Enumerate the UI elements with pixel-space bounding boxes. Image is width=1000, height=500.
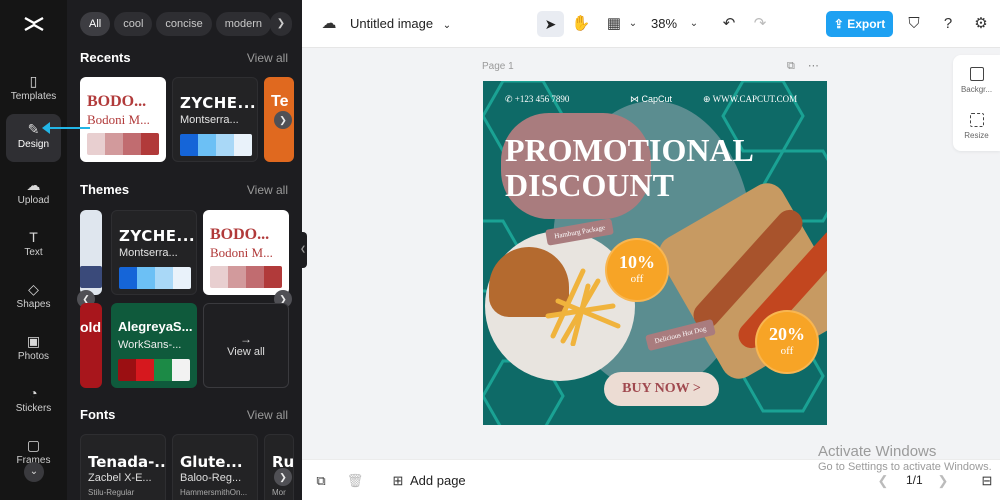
design-buy-now: BUY NOW >: [604, 372, 719, 406]
rail-design[interactable]: ✎ Design: [6, 114, 61, 162]
theme-card-alegreya[interactable]: AlegreyaS... WorkSans-...: [111, 303, 197, 388]
page-label: Page 1: [482, 61, 514, 72]
fonts-title: Fonts: [80, 407, 116, 422]
design-phone: ✆ +123 456 7890: [505, 94, 570, 104]
add-page-icon[interactable]: ⊞: [389, 472, 407, 490]
phone-icon: ✆: [505, 94, 515, 104]
background-tool[interactable]: Backgr...: [953, 67, 1000, 94]
rail-templates[interactable]: ▯ Templates: [6, 66, 61, 114]
recents-next-chevron-icon[interactable]: ❯: [274, 111, 292, 129]
theme-card-partial-left[interactable]: [80, 210, 102, 295]
recents-title: Recents: [80, 50, 131, 65]
rail-stickers[interactable]: ◔ Stickers: [6, 378, 61, 426]
duplicate-page-icon[interactable]: ⧉: [787, 60, 795, 72]
layers-icon[interactable]: ⊟: [978, 472, 996, 490]
add-page-button[interactable]: Add page: [410, 473, 466, 488]
export-icon: ⇪: [833, 17, 848, 31]
panel-collapse-handle[interactable]: ❮: [299, 232, 307, 268]
frames-icon: ▢: [26, 437, 41, 453]
layout-chevron-down-icon[interactable]: ⌄: [623, 14, 643, 34]
undo-icon[interactable]: ↶: [719, 14, 739, 34]
rail-more-chevron-icon[interactable]: ⌄: [24, 462, 44, 482]
recents-view-all[interactable]: View all: [247, 51, 288, 65]
recent-card-bodoni[interactable]: BODO... Bodoni M...: [80, 77, 166, 162]
redo-icon[interactable]: ↷: [750, 14, 770, 34]
font-card-tenada[interactable]: Tenada-... Zacbel X-E... Stilu-Regular: [80, 434, 166, 500]
top-toolbar: ☁ Untitled image ⌄ ➤ ✋ ▦ ⌄ 38% ⌄ ↶ ↷ ⇪ E…: [302, 0, 1000, 48]
filter-chips: All cool concise modern: [80, 12, 275, 36]
left-rail: ▯ Templates ✎ Design ☁ Upload T Text ◇ S…: [0, 0, 67, 500]
chips-chevron-right-icon[interactable]: ❯: [270, 12, 292, 36]
resize-icon: [969, 113, 984, 127]
side-tools: Backgr... Resize: [953, 55, 1000, 151]
discount-badge-10: 10% off: [605, 238, 669, 302]
themes-view-all-card[interactable]: → View all: [203, 303, 289, 388]
color-swatches: [180, 134, 252, 156]
chip-modern[interactable]: modern: [215, 12, 272, 36]
settings-gear-icon[interactable]: ⚙: [971, 14, 991, 34]
export-button[interactable]: ⇪ Export: [826, 11, 893, 37]
upload-icon: ☁: [26, 177, 41, 193]
shapes-icon: ◇: [28, 281, 39, 297]
color-swatches: [119, 267, 191, 289]
theme-card-bodoni[interactable]: BODO... Bodoni M...: [203, 210, 289, 295]
photos-icon: ▣: [26, 333, 41, 349]
layout-icon[interactable]: ▦: [604, 14, 624, 34]
zoom-chevron-down-icon[interactable]: ⌄: [684, 14, 704, 34]
shield-icon[interactable]: ⛉: [904, 14, 924, 34]
duplicate-icon[interactable]: ⧉: [312, 472, 330, 490]
font-card-partial[interactable]: Ru Mor: [264, 434, 294, 500]
fonts-view-all[interactable]: View all: [247, 408, 288, 422]
hand-tool-icon[interactable]: ✋: [571, 14, 591, 34]
theme-card-zyche[interactable]: ZYCHE... Montserra...: [111, 210, 197, 295]
chip-concise[interactable]: concise: [156, 12, 212, 36]
prev-page-chevron-icon[interactable]: ❮: [874, 472, 892, 490]
design-brand: ⋈ CapCut: [630, 94, 673, 104]
delete-trash-icon[interactable]: 🗑: [346, 472, 364, 490]
rail-upload[interactable]: ☁ Upload: [6, 170, 61, 218]
pointer-arrow-icon: [42, 122, 90, 134]
page-tools: ⧉ ⋯: [787, 59, 819, 73]
color-swatches: [87, 133, 159, 155]
activate-windows-watermark: Activate Windows Go to Settings to activ…: [818, 443, 992, 473]
arrow-right-icon: →: [240, 332, 252, 346]
chevron-down-icon: ⌄: [442, 20, 452, 31]
design-panel: All cool concise modern ❯ Recents View all …: [67, 0, 302, 500]
select-tool-cursor-icon[interactable]: ➤: [537, 11, 564, 37]
chip-cool[interactable]: cool: [114, 12, 153, 36]
cloud-save-icon[interactable]: ☁: [319, 14, 339, 34]
rail-photos[interactable]: ▣ Photos: [6, 326, 61, 374]
chip-all[interactable]: All: [80, 12, 111, 36]
design-icon: ✎: [27, 121, 40, 137]
document-title[interactable]: Untitled image ⌄: [350, 16, 451, 31]
rail-text[interactable]: T Text: [6, 222, 61, 270]
color-swatches: [118, 359, 190, 381]
themes-title: Themes: [80, 182, 130, 197]
themes-view-all[interactable]: View all: [247, 183, 288, 197]
color-swatches: [210, 266, 282, 288]
rail-shapes[interactable]: ◇ Shapes: [6, 274, 61, 322]
design-website: ⊕ WWW.CAPCUT.COM: [703, 94, 798, 104]
rail-frames[interactable]: ▢ Frames: [6, 430, 61, 464]
design-canvas[interactable]: ✆ +123 456 7890 ⋈ CapCut ⊕ WWW.CAPCUT.CO…: [483, 81, 827, 425]
more-options-icon[interactable]: ⋯: [808, 60, 819, 72]
theme-card-old[interactable]: old: [80, 303, 102, 388]
templates-icon: ▯: [29, 73, 38, 89]
resize-tool[interactable]: Resize: [953, 113, 1000, 140]
capcut-mark-icon: ⋈: [630, 94, 642, 104]
background-icon: [969, 67, 984, 81]
stickers-icon: ◔: [29, 385, 38, 401]
next-page-chevron-icon[interactable]: ❯: [934, 472, 952, 490]
design-headline: PROMOTIONAL DISCOUNT: [505, 132, 754, 203]
text-icon: T: [29, 229, 38, 245]
help-icon[interactable]: ?: [938, 14, 958, 34]
zoom-level[interactable]: 38%: [651, 16, 677, 31]
discount-badge-20: 20% off: [755, 310, 819, 374]
fonts-next-chevron-icon[interactable]: ❯: [274, 468, 292, 486]
globe-icon: ⊕: [703, 94, 713, 104]
capcut-logo: [24, 16, 44, 32]
recent-card-zyche[interactable]: ZYCHE... Montserra...: [172, 77, 258, 162]
page-counter: 1/1: [906, 473, 923, 487]
font-card-glute[interactable]: Glute... Baloo-Reg... HammersmithOn...: [172, 434, 258, 500]
